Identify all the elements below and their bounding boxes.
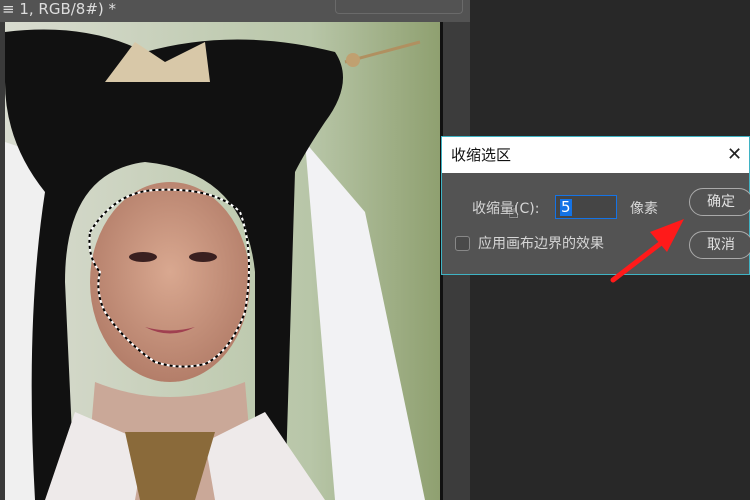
- unit-label: 像素: [630, 201, 658, 217]
- contract-amount-input[interactable]: 5: [555, 195, 617, 219]
- document-tab[interactable]: ≡ 1, RGB/8#) *: [0, 0, 470, 22]
- dialog-title: 收缩选区: [451, 146, 512, 164]
- window-controls[interactable]: [335, 0, 463, 14]
- contract-amount-label: 收缩量(C):: [472, 201, 540, 217]
- dialog-titlebar[interactable]: 收缩选区 ✕: [442, 137, 749, 173]
- portrait-photo: [5, 22, 440, 500]
- hand-cursor-icon: ☝: [508, 202, 519, 223]
- contract-selection-dialog: 收缩选区 ✕ 收缩量(C): 5 像素 应用画布边界的效果 确定 取消: [441, 136, 750, 275]
- cancel-button[interactable]: 取消: [689, 231, 750, 259]
- apply-canvas-bounds-checkbox[interactable]: [455, 236, 470, 251]
- document-title: ≡ 1, RGB/8#) *: [2, 0, 117, 18]
- close-icon[interactable]: ✕: [727, 137, 749, 173]
- image-canvas[interactable]: [5, 22, 440, 500]
- ok-button[interactable]: 确定: [689, 188, 750, 216]
- checkbox-label: 应用画布边界的效果: [478, 236, 604, 252]
